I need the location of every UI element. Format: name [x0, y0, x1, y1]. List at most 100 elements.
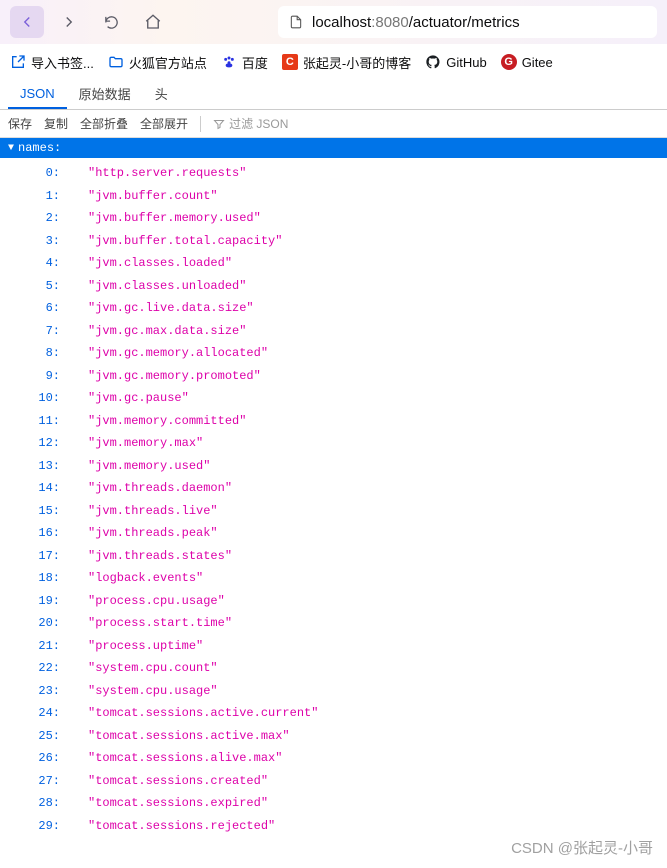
json-array-item[interactable]: 19: "process.cpu.usage": [0, 590, 667, 613]
bookmark-label: 百度: [242, 53, 268, 72]
tab-raw[interactable]: 原始数据: [67, 78, 143, 109]
json-array-item[interactable]: 0:"http.server.requests": [0, 162, 667, 185]
forward-button[interactable]: [52, 6, 86, 38]
browser-nav-bar: localhost:8080/actuator/metrics: [0, 0, 667, 44]
json-value: "jvm.threads.daemon": [88, 477, 232, 500]
json-index: 27:: [0, 770, 64, 793]
bookmark-baidu[interactable]: 百度: [221, 53, 268, 72]
json-array-item[interactable]: 11: "jvm.memory.committed": [0, 410, 667, 433]
json-array-item[interactable]: 12: "jvm.memory.max": [0, 432, 667, 455]
json-index: 1:: [0, 185, 64, 208]
json-array-item[interactable]: 8:"jvm.gc.memory.allocated": [0, 342, 667, 365]
json-viewer-tabs: JSON 原始数据 头: [0, 80, 667, 110]
json-index: 13:: [0, 455, 64, 478]
bookmark-github[interactable]: GitHub: [425, 54, 486, 70]
json-array-item[interactable]: 5: "jvm.classes.unloaded": [0, 275, 667, 298]
json-index: 5:: [0, 275, 64, 298]
back-button[interactable]: [10, 6, 44, 38]
json-value: "jvm.memory.max": [88, 432, 203, 455]
json-array-item[interactable]: 28:"tomcat.sessions.expired": [0, 792, 667, 815]
tab-json[interactable]: JSON: [8, 80, 67, 109]
json-array-item[interactable]: 13: "jvm.memory.used": [0, 455, 667, 478]
c-red-icon: C: [282, 54, 298, 70]
json-value: "tomcat.sessions.created": [88, 770, 268, 793]
json-index: 4:: [0, 252, 64, 275]
json-array-item[interactable]: 17:"jvm.threads.states": [0, 545, 667, 568]
bookmark-label: 火狐官方站点: [129, 53, 207, 72]
json-array-item[interactable]: 29:"tomcat.sessions.rejected": [0, 815, 667, 838]
json-value: "jvm.gc.pause": [88, 387, 189, 410]
json-value: "process.cpu.usage": [88, 590, 225, 613]
filter-placeholder: 过滤 JSON: [229, 115, 288, 132]
json-index: 22:: [0, 657, 64, 680]
home-button[interactable]: [136, 6, 170, 38]
json-index: 2:: [0, 207, 64, 230]
json-value: "jvm.buffer.memory.used": [88, 207, 261, 230]
bookmark-firefox[interactable]: 火狐官方站点: [108, 53, 207, 72]
json-value: "jvm.buffer.count": [88, 185, 218, 208]
json-array-item[interactable]: 25:"tomcat.sessions.active.max": [0, 725, 667, 748]
tab-headers[interactable]: 头: [143, 78, 180, 109]
expand-all-button[interactable]: 全部展开: [140, 115, 188, 132]
filter-input[interactable]: 过滤 JSON: [213, 115, 288, 132]
json-array-item[interactable]: 14:"jvm.threads.daemon": [0, 477, 667, 500]
copy-button[interactable]: 复制: [44, 115, 68, 132]
json-array-item[interactable]: 4:"jvm.classes.loaded": [0, 252, 667, 275]
json-index: 17:: [0, 545, 64, 568]
json-index: 24:: [0, 702, 64, 725]
json-array-item[interactable]: 27: "tomcat.sessions.created": [0, 770, 667, 793]
json-value: "jvm.threads.peak": [88, 522, 218, 545]
bookmark-label: Gitee: [522, 55, 553, 70]
folder-icon: [108, 54, 124, 70]
json-array-item[interactable]: 20:"process.start.time": [0, 612, 667, 635]
bookmark-import[interactable]: 导入书签...: [10, 53, 94, 72]
reload-button[interactable]: [94, 6, 128, 38]
json-array-item[interactable]: 9:"jvm.gc.memory.promoted": [0, 365, 667, 388]
url-bar[interactable]: localhost:8080/actuator/metrics: [278, 6, 657, 38]
save-button[interactable]: 保存: [8, 115, 32, 132]
json-value: "jvm.threads.live": [88, 500, 218, 523]
json-array-item[interactable]: 23:"system.cpu.usage": [0, 680, 667, 703]
json-value: "tomcat.sessions.active.current": [88, 702, 318, 725]
baidu-icon: [221, 54, 237, 70]
json-value: "jvm.classes.unloaded": [88, 275, 246, 298]
json-array-item[interactable]: 22:"system.cpu.count": [0, 657, 667, 680]
json-index: 23:: [0, 680, 64, 703]
json-array-item[interactable]: 6:"jvm.gc.live.data.size": [0, 297, 667, 320]
json-array-item[interactable]: 15:"jvm.threads.live": [0, 500, 667, 523]
json-index: 29:: [0, 815, 64, 838]
json-value: "jvm.memory.committed": [88, 410, 246, 433]
bookmark-gitee[interactable]: G Gitee: [501, 54, 553, 70]
json-array-item[interactable]: 7:"jvm.gc.max.data.size": [0, 320, 667, 343]
json-root-key[interactable]: ▼ names:: [0, 138, 667, 158]
json-array-item[interactable]: 24: "tomcat.sessions.active.current": [0, 702, 667, 725]
bookmark-blog[interactable]: C 张起灵-小哥的博客: [282, 53, 411, 72]
json-array-item[interactable]: 21:"process.uptime": [0, 635, 667, 658]
json-index: 3:: [0, 230, 64, 253]
json-array-item[interactable]: 16:"jvm.threads.peak": [0, 522, 667, 545]
json-value: "logback.events": [88, 567, 203, 590]
json-index: 10:: [0, 387, 64, 410]
json-index: 19:: [0, 590, 64, 613]
json-array-item[interactable]: 3: "jvm.buffer.total.capacity": [0, 230, 667, 253]
json-array-item[interactable]: 10: "jvm.gc.pause": [0, 387, 667, 410]
json-array-item[interactable]: 2: "jvm.buffer.memory.used": [0, 207, 667, 230]
bookmark-label: GitHub: [446, 55, 486, 70]
json-array-item[interactable]: 1: "jvm.buffer.count": [0, 185, 667, 208]
json-index: 28:: [0, 792, 64, 815]
json-index: 11:: [0, 410, 64, 433]
json-index: 12:: [0, 432, 64, 455]
collapse-triangle-icon: ▼: [8, 143, 14, 154]
json-value: "tomcat.sessions.alive.max": [88, 747, 282, 770]
bookmark-label: 导入书签...: [31, 53, 94, 72]
json-value: "jvm.memory.used": [88, 455, 210, 478]
json-key: names:: [18, 141, 61, 155]
json-array-item[interactable]: 18:"logback.events": [0, 567, 667, 590]
json-array-item[interactable]: 26:"tomcat.sessions.alive.max": [0, 747, 667, 770]
json-index: 7:: [0, 320, 64, 343]
filter-icon: [213, 118, 225, 130]
collapse-all-button[interactable]: 全部折叠: [80, 115, 128, 132]
json-index: 6:: [0, 297, 64, 320]
json-value: "http.server.requests": [88, 162, 246, 185]
json-value: "jvm.buffer.total.capacity": [88, 230, 282, 253]
